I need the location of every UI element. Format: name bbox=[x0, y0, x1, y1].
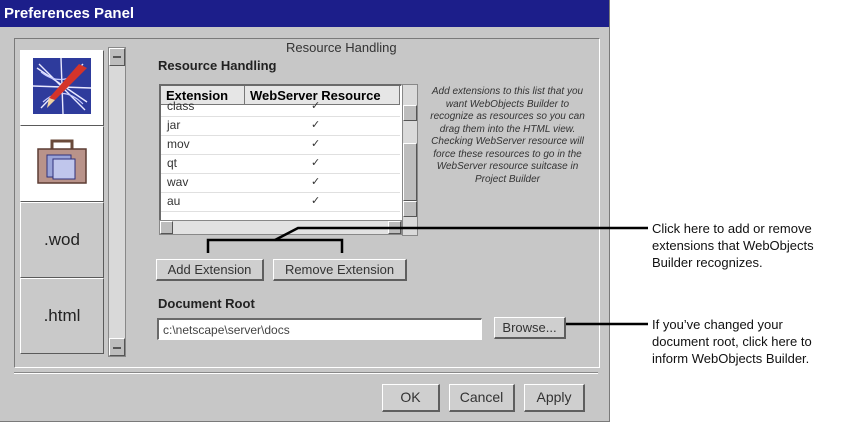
callout-extensions: Click here to add or remove extensions t… bbox=[652, 221, 814, 270]
callout-document-root: If you’ve changed your document root, cl… bbox=[652, 317, 812, 366]
